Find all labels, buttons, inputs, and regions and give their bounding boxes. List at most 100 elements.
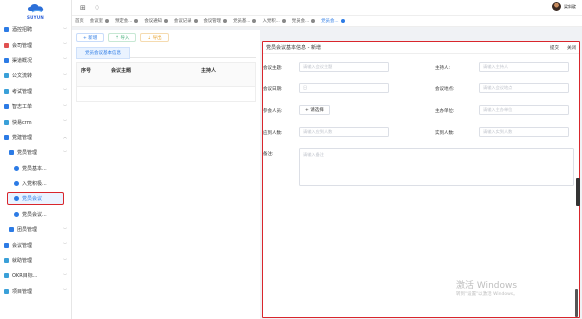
activation-watermark-title: 激活 Windows (456, 281, 518, 291)
close-tab-icon[interactable] (193, 19, 198, 23)
sidebar-item[interactable]: 就助管理 ﹀ (0, 253, 71, 268)
sidebar-item-label: 会司管理 (12, 42, 33, 49)
import-button[interactable]: ⇡ 导入 (108, 33, 137, 42)
tab-item[interactable]: 会议管理 (204, 18, 228, 24)
attendees-label: 参会人员: (263, 109, 283, 114)
tab-item[interactable]: 党员会... (292, 18, 316, 24)
sidebar-item[interactable]: 入党积极... (0, 176, 71, 191)
bell-icon[interactable]: ♢ (94, 4, 100, 12)
menu-icon (4, 104, 9, 110)
menu-icon (4, 288, 9, 294)
sidebar-item[interactable]: 团员管理 ﹀ (0, 222, 71, 237)
chevron-icon: ﹀ (63, 226, 67, 232)
column-header-host: 主持人 (201, 68, 217, 74)
menu-icon (4, 242, 9, 248)
close-tab-icon[interactable] (104, 19, 109, 23)
expected-input[interactable]: 请输入应到人数 (299, 127, 389, 137)
sidebar-item-label: 党员会议 (22, 196, 43, 203)
remark-textarea[interactable]: 请输入备注 (299, 148, 574, 186)
chevron-icon: ︿ (63, 134, 67, 140)
sidebar-item-label: 团员管理 (17, 227, 38, 234)
close-tab-icon[interactable] (340, 19, 345, 23)
close-tab-icon[interactable] (311, 19, 316, 23)
host-input[interactable]: 请输入主持人 (479, 62, 569, 72)
date-input[interactable]: 日 (299, 83, 389, 93)
sidebar-item[interactable]: 会司管理 ﹀ (0, 37, 71, 52)
sidebar-nav: 酒控招聘 ﹀ 会司管理 ﹀ 渠道概况 ﹀ 公文流转 ﹀ 考试管理 ﹀ 智志工单 ﹀ 快易crm ﹀ 党建管理… (0, 22, 71, 299)
sidebar-item-label: 党员管理 (17, 150, 38, 157)
close-button[interactable]: 关闭 (567, 45, 576, 51)
tab-bar: 首页 会议室 预定会... 会议通知 会议记录 会议管理 党员基... 入党积... 党员会..… (72, 15, 582, 27)
expected-label: 应到人数: (263, 131, 283, 136)
chevron-icon: ﹀ (63, 257, 67, 263)
topic-input[interactable]: 请输入会议主题 (299, 62, 389, 72)
side-scroll-handle[interactable] (576, 178, 580, 206)
sidebar-item-label: 入党积极... (22, 181, 47, 188)
submit-button[interactable]: 提交 (550, 45, 559, 51)
close-tab-icon[interactable] (223, 19, 228, 23)
export-button[interactable]: ⇣ 导出 (140, 33, 169, 42)
tab-item[interactable]: 会议通知 (144, 18, 168, 24)
close-tab-icon[interactable] (134, 19, 139, 23)
sidebar-item[interactable]: OKR目标... ﹀ (0, 268, 71, 283)
avatar[interactable] (552, 2, 561, 11)
tab-item[interactable]: 会议室 (90, 18, 109, 24)
sidebar-item[interactable]: 会议管理 ﹀ (0, 237, 71, 252)
menu-icon (4, 119, 9, 125)
tab-item[interactable]: 预定会... (114, 18, 139, 24)
sidebar-item-label: 党员基本... (22, 165, 47, 172)
sidebar-item[interactable]: 公文流转 ﹀ (0, 68, 71, 83)
sidebar-item-label: OKR目标... (12, 273, 38, 280)
menu-icon (9, 227, 14, 233)
sidebar-item-label: 党员会议... (22, 211, 47, 218)
tab-item[interactable]: 会议记录 (174, 18, 198, 24)
vertical-scrollbar[interactable] (575, 289, 578, 317)
close-tab-icon[interactable] (163, 19, 168, 23)
close-tab-icon[interactable] (281, 19, 286, 23)
tab-item[interactable]: 党员会... (321, 18, 345, 24)
sidebar: SUYUN 酒控招聘 ﹀ 会司管理 ﹀ 渠道概况 ﹀ 公文流转 ﹀ 考试管理 ﹀ 智志工单 ﹀ 快易cr… (0, 0, 72, 319)
sidebar-item-label: 考试管理 (12, 88, 33, 95)
username[interactable]: 梁斜靛 (564, 4, 576, 10)
tab-item[interactable]: 首页 (75, 18, 84, 24)
tab-item[interactable]: 入党积... (262, 18, 286, 24)
sidebar-item-label: 智志工单 (12, 104, 33, 111)
add-button[interactable]: + 新增 (76, 33, 105, 42)
sidebar-item[interactable]: 党员会议 (0, 191, 71, 206)
remark-label: 备注: (263, 152, 274, 157)
sidebar-item[interactable]: 党员基本... (0, 161, 71, 176)
tab-meeting-info[interactable]: 党员会议基本信息 (76, 47, 130, 59)
sidebar-item[interactable]: 渠道概况 ﹀ (0, 53, 71, 68)
grid-icon[interactable]: ⊞ (80, 4, 86, 12)
sidebar-item[interactable]: 考试管理 ﹀ (0, 84, 71, 99)
org-input[interactable]: 请输入主办单位 (479, 105, 569, 115)
select-attendees-button[interactable]: + 请选择 (299, 105, 330, 115)
sidebar-item-label: 项目管理 (12, 288, 33, 295)
tab-label: 党员会... (321, 19, 339, 24)
table-body (77, 87, 255, 101)
tab-item[interactable]: 党员基... (233, 18, 257, 24)
sidebar-item[interactable]: 党员会议... (0, 207, 71, 222)
column-header-topic: 会议主题 (111, 68, 132, 74)
place-input[interactable]: 请输入会议地点 (479, 83, 569, 93)
top-bar: ⊞ ♢ 梁斜靛 (72, 0, 582, 15)
sidebar-item[interactable]: 党员管理 ﹀ (0, 145, 71, 160)
chevron-icon: ﹀ (63, 119, 67, 125)
actual-input[interactable]: 请输入实到人数 (479, 127, 569, 137)
logo-text: SUYUN (26, 15, 45, 20)
sidebar-item[interactable]: 智志工单 ﹀ (0, 99, 71, 114)
sidebar-item[interactable]: 酒控招聘 ﹀ (0, 22, 71, 37)
chevron-icon: ﹀ (63, 72, 67, 78)
sidebar-item[interactable]: 党建管理 ︿ (0, 130, 71, 145)
add-form-panel: 党员会议基本信息 - 新增 提交 关闭 会议主题: 请输入会议主题 主持人: 请… (262, 41, 580, 318)
chevron-icon: ﹀ (63, 288, 67, 294)
close-tab-icon[interactable] (252, 19, 257, 23)
menu-icon (4, 27, 9, 33)
menu-icon (4, 258, 9, 264)
tab-label: 预定会... (114, 19, 133, 24)
sidebar-item[interactable]: 项目管理 ﹀ (0, 284, 71, 299)
chevron-icon: ﹀ (63, 242, 67, 248)
sidebar-item[interactable]: 快易crm ﹀ (0, 114, 71, 129)
sidebar-item-label: 酒控招聘 (12, 27, 33, 34)
form-title: 党员会议基本信息 - 新增 (266, 45, 321, 51)
